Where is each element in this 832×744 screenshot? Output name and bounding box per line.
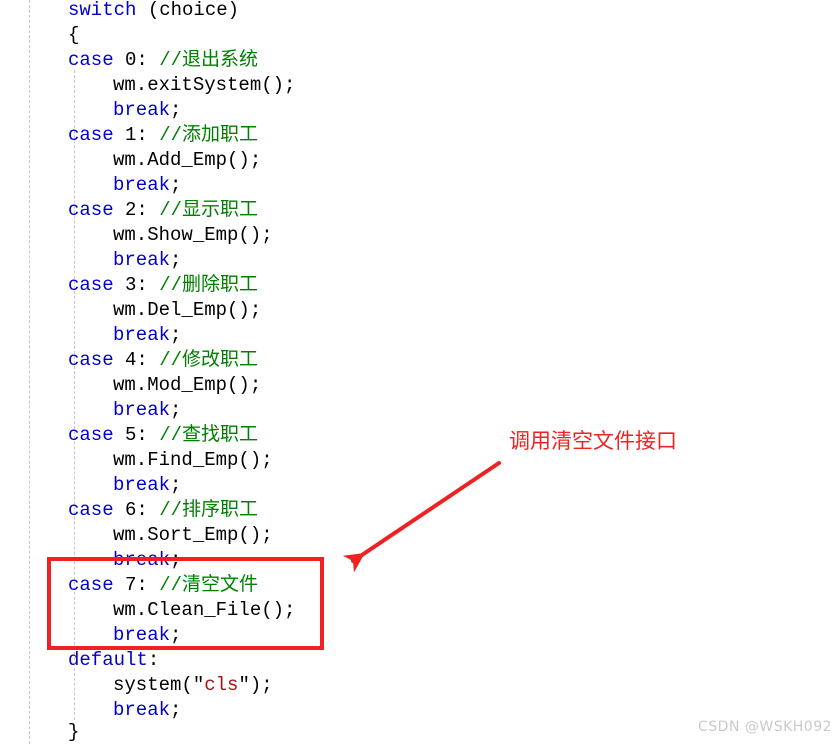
code-line[interactable]: case 1: //添加职工 xyxy=(0,123,258,148)
code-line[interactable]: break; xyxy=(0,548,181,573)
code-token-plain: wm.Show_Emp(); xyxy=(113,224,273,246)
code-line[interactable]: break; xyxy=(0,398,181,423)
code-token-plain: 4: xyxy=(113,349,160,371)
code-line[interactable]: } xyxy=(0,720,79,744)
code-line[interactable]: wm.Mod_Emp(); xyxy=(0,373,261,398)
code-token-plain: ; xyxy=(170,549,182,571)
code-token-comment: //修改职工 xyxy=(159,349,259,371)
code-token-plain: ; xyxy=(170,99,182,121)
code-token-comment: //显示职工 xyxy=(159,199,259,221)
code-token-plain: 5: xyxy=(113,424,160,446)
code-token-keyword: break xyxy=(113,624,171,646)
code-token-comment: //查找职工 xyxy=(159,424,259,446)
code-token-keyword: break xyxy=(113,324,171,346)
code-token-keyword: case xyxy=(68,499,114,521)
code-token-keyword: case xyxy=(68,199,114,221)
code-token-plain: (choice) xyxy=(136,0,240,21)
code-line[interactable]: wm.Clean_File(); xyxy=(0,598,295,623)
code-token-plain: 0: xyxy=(113,49,160,71)
code-token-string: cls xyxy=(204,674,239,696)
code-line[interactable]: break; xyxy=(0,98,181,123)
code-token-plain: wm.Clean_File(); xyxy=(113,599,296,621)
code-token-plain: } xyxy=(68,721,80,743)
code-line[interactable]: case 5: //查找职工 xyxy=(0,423,258,448)
code-token-comment: //清空文件 xyxy=(159,574,259,596)
code-token-plain: "); xyxy=(238,674,273,696)
code-token-plain: ; xyxy=(170,249,182,271)
code-editor-surface[interactable]: switch (choice){case 0: //退出系统 wm.exitSys… xyxy=(0,0,832,744)
code-token-comment: //排序职工 xyxy=(159,499,259,521)
code-token-comment: //删除职工 xyxy=(159,274,259,296)
code-token-plain: system(" xyxy=(113,674,205,696)
code-line[interactable]: break; xyxy=(0,248,181,273)
code-token-comment: //添加职工 xyxy=(159,124,259,146)
code-line[interactable]: wm.exitSystem(); xyxy=(0,73,295,98)
code-token-plain: wm.Sort_Emp(); xyxy=(113,524,273,546)
code-token-keyword: break xyxy=(113,474,171,496)
code-token-plain: wm.exitSystem(); xyxy=(113,74,296,96)
code-token-plain: 1: xyxy=(113,124,160,146)
code-token-plain: ; xyxy=(170,699,182,721)
code-line[interactable]: case 6: //排序职工 xyxy=(0,498,258,523)
code-line[interactable]: default: xyxy=(0,648,159,673)
code-line[interactable]: case 4: //修改职工 xyxy=(0,348,258,373)
code-token-keyword: switch xyxy=(68,0,137,21)
code-token-plain: ; xyxy=(170,324,182,346)
code-token-plain: wm.Add_Emp(); xyxy=(113,149,262,171)
code-token-plain: ; xyxy=(170,399,182,421)
code-token-plain: wm.Del_Emp(); xyxy=(113,299,262,321)
code-token-plain: 7: xyxy=(113,574,160,596)
code-line[interactable]: break; xyxy=(0,473,181,498)
code-token-plain: 6: xyxy=(113,499,160,521)
code-token-keyword: break xyxy=(113,174,171,196)
code-token-keyword: default xyxy=(68,649,148,671)
code-line[interactable]: break; xyxy=(0,173,181,198)
code-token-plain: ; xyxy=(170,624,182,646)
code-line[interactable]: switch (choice) xyxy=(0,0,239,23)
code-token-keyword: case xyxy=(68,274,114,296)
code-token-keyword: case xyxy=(68,424,114,446)
code-line[interactable]: wm.Find_Emp(); xyxy=(0,448,273,473)
code-line[interactable]: case 2: //显示职工 xyxy=(0,198,258,223)
code-token-keyword: case xyxy=(68,574,114,596)
code-line[interactable]: wm.Show_Emp(); xyxy=(0,223,273,248)
code-token-keyword: break xyxy=(113,699,171,721)
code-line[interactable]: wm.Sort_Emp(); xyxy=(0,523,273,548)
code-line[interactable]: system("cls"); xyxy=(0,673,273,698)
code-token-keyword: case xyxy=(68,124,114,146)
code-token-keyword: break xyxy=(113,249,171,271)
code-line[interactable]: case 0: //退出系统 xyxy=(0,48,258,73)
code-token-keyword: case xyxy=(68,49,114,71)
code-token-plain: ; xyxy=(170,174,182,196)
code-screenshot: switch (choice){case 0: //退出系统 wm.exitSys… xyxy=(0,0,832,744)
code-line[interactable]: break; xyxy=(0,323,181,348)
code-token-keyword: break xyxy=(113,549,171,571)
code-token-plain: 2: xyxy=(113,199,160,221)
code-token-comment: //退出系统 xyxy=(159,49,259,71)
code-line[interactable]: break; xyxy=(0,623,181,648)
code-token-plain: wm.Mod_Emp(); xyxy=(113,374,262,396)
code-token-keyword: break xyxy=(113,99,171,121)
code-token-plain: 3: xyxy=(113,274,160,296)
code-line[interactable]: { xyxy=(0,23,79,48)
code-token-plain: : xyxy=(147,649,160,671)
code-token-plain: { xyxy=(68,24,80,46)
code-token-keyword: break xyxy=(113,399,171,421)
code-token-keyword: case xyxy=(68,349,114,371)
code-line[interactable]: case 3: //删除职工 xyxy=(0,273,258,298)
code-line[interactable]: wm.Add_Emp(); xyxy=(0,148,261,173)
code-line[interactable]: wm.Del_Emp(); xyxy=(0,298,261,323)
code-line[interactable]: case 7: //清空文件 xyxy=(0,573,258,598)
code-token-plain: wm.Find_Emp(); xyxy=(113,449,273,471)
code-token-plain: ; xyxy=(170,474,182,496)
